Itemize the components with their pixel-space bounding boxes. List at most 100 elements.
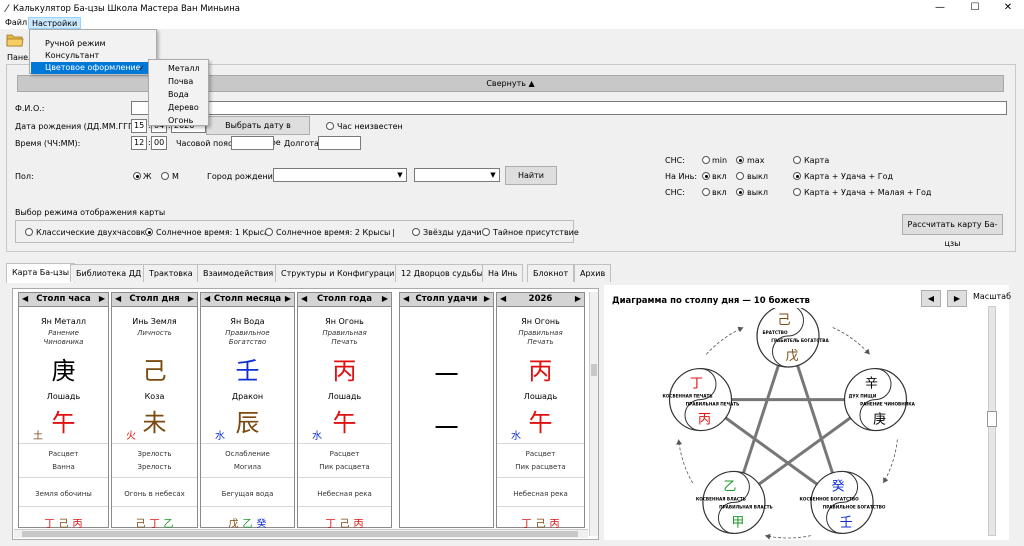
calculate-button[interactable]: Рассчитать карту Ба-цзы <box>902 214 1003 248</box>
pillar-header: ◀ Столп месяца ▶ <box>201 293 294 307</box>
stars-radio[interactable] <box>412 228 420 236</box>
window-title: Калькулятор Ба-цзы Школа Мастера Ван Мин… <box>13 4 240 14</box>
arrow-right-icon[interactable]: ▶ <box>575 294 581 303</box>
scale-slider-thumb[interactable] <box>987 411 997 427</box>
tab-interpretation[interactable]: Трактовка <box>143 264 199 282</box>
city-variant-combobox[interactable]: ▼ <box>414 168 500 182</box>
theme-metal[interactable]: ✓ Металл <box>138 62 208 75</box>
menu-file[interactable]: Файл <box>2 17 30 29</box>
calendar-button[interactable]: Выбрать дату в календаре <box>206 116 310 147</box>
chs2-off-radio[interactable] <box>736 188 744 196</box>
chs1-max-label: max <box>747 156 765 165</box>
tab-library[interactable]: Библиотека ДД <box>70 264 148 282</box>
minimize-button[interactable]: — <box>934 2 946 14</box>
map-luck-year-label: Карта + Удача + Год <box>804 172 894 181</box>
divider <box>112 443 197 444</box>
animal-name: Лошадь <box>46 392 81 401</box>
close-button[interactable]: ✕ <box>1002 2 1014 14</box>
hidden-presence-radio[interactable] <box>482 228 490 236</box>
tab-archive[interactable]: Архив <box>574 264 612 282</box>
map-full-radio[interactable] <box>793 188 801 196</box>
pillar-title: Столп дня <box>129 294 180 304</box>
stars-label: Звёзды удачи <box>423 228 482 237</box>
longitude-input[interactable] <box>318 136 361 150</box>
arrow-right-icon[interactable]: ▶ <box>99 294 105 303</box>
theme-fire[interactable]: Огонь <box>150 114 208 127</box>
tab-notebook[interactable]: Блокнот <box>527 264 575 282</box>
divider <box>19 506 108 507</box>
phase: Ослабление <box>225 450 270 458</box>
chs2-label: СНС: <box>665 188 685 197</box>
display-mode-group: Классические двухчасовки Солнечное время… <box>15 220 579 243</box>
node-bottom-label: ГРАБИТЕЛЬ БОГАТСТВА <box>771 338 829 343</box>
menu-item-manual-mode[interactable]: Ручной режим <box>31 38 156 50</box>
arrow-right-icon[interactable]: ▶ <box>285 294 291 303</box>
tab-interactions[interactable]: Взаимодействия <box>197 264 280 282</box>
nayin-on-radio[interactable] <box>702 172 710 180</box>
timezone-input[interactable] <box>231 136 274 150</box>
hidden-presence-label: Тайное присутствие <box>493 228 579 237</box>
menu-settings[interactable]: Настройки <box>28 17 82 29</box>
map-luck-year-radio[interactable] <box>793 172 801 180</box>
animal-name: Лошадь <box>327 392 362 401</box>
pillar-header: ◀ Столп часа ▶ <box>19 293 108 307</box>
tab-nayin[interactable]: На Инь <box>482 264 524 282</box>
theme-water[interactable]: Вода <box>150 88 208 101</box>
stem-name: Ян Огонь <box>325 317 364 326</box>
element-glyph: 火 <box>126 431 136 442</box>
node-top-label: КОСВЕННАЯ ПЕЧАТЬ <box>662 394 712 399</box>
phase: Расцвет <box>48 450 79 458</box>
find-button[interactable]: Найти <box>505 166 557 185</box>
nayin: Огонь в небесах <box>124 490 185 498</box>
arrow-right-icon[interactable]: ▶ <box>188 294 194 303</box>
pillars-horizontal-scrollbar[interactable] <box>14 529 588 538</box>
tab-bazi-chart[interactable]: Карта Ба-цзы <box>6 263 76 283</box>
theme-label: Металл <box>168 64 200 73</box>
diagram-prev-button[interactable]: ◀ <box>921 290 941 307</box>
maximize-button[interactable]: ☐ <box>969 2 981 14</box>
mode-solar2-radio[interactable] <box>265 228 273 236</box>
scroll-thumb[interactable] <box>591 364 597 376</box>
menu-item-consultant[interactable]: Консультант <box>31 50 156 62</box>
mode-solar1-radio[interactable] <box>145 228 153 236</box>
pillars-vertical-scrollbar[interactable] <box>589 292 598 536</box>
stem-name: Инь Земля <box>132 317 177 326</box>
diagram-next-button[interactable]: ▶ <box>947 290 967 307</box>
gender-male-radio[interactable] <box>161 172 169 180</box>
hour-input[interactable]: 12 <box>131 136 147 150</box>
chs1-min-radio[interactable] <box>702 156 710 164</box>
pillar-title: Столп месяца <box>213 294 282 304</box>
tab-12-palaces[interactable]: 12 Дворцов судьбы <box>395 264 489 282</box>
unknown-hour-radio[interactable] <box>326 122 334 130</box>
day-input[interactable]: 15 <box>131 119 147 133</box>
element-glyph: 土 <box>33 431 43 442</box>
map-full-label: Карта + Удача + Малая + Год <box>804 188 932 197</box>
animal-name: Коза <box>144 392 165 401</box>
pillar-column: ◀ Столп дня ▶ Инь Земля Личность 己 Коза 未火 Зр… <box>111 292 198 530</box>
title-bar: Калькулятор Ба-цзы Школа Мастера Ван Мин… <box>0 0 1024 17</box>
arrow-right-icon[interactable]: ▶ <box>484 294 490 303</box>
chs1-max-radio[interactable] <box>736 156 744 164</box>
city-combobox[interactable]: ▼ <box>273 168 407 182</box>
ten-god: Правильная Печать <box>322 329 367 346</box>
theme-wood[interactable]: Дерево <box>150 101 208 114</box>
city-label: Город рождения: <box>207 172 281 181</box>
pillar-column: ◀ Столп удачи ▶ 一一 <box>399 292 494 528</box>
animal-name: Дракон <box>231 392 264 401</box>
pillar-header: ◀ 2026 ▶ <box>497 293 584 307</box>
fio-input[interactable] <box>131 101 1007 115</box>
nayin-off-radio[interactable] <box>736 172 744 180</box>
divider <box>201 506 294 507</box>
chs2-on-label: вкл <box>712 188 727 197</box>
map-only-radio[interactable] <box>793 156 801 164</box>
pillar-column: ◀ Столп месяца ▶ Ян Вода Правильное Богат… <box>200 292 295 530</box>
chs2-on-radio[interactable] <box>702 188 710 196</box>
arrow-right-icon[interactable]: ▶ <box>382 294 388 303</box>
mode-classic-radio[interactable] <box>25 228 33 236</box>
scroll-thumb[interactable] <box>22 531 578 537</box>
minute-input[interactable]: 00 <box>151 136 167 150</box>
open-folder-icon[interactable] <box>6 33 24 47</box>
theme-soil[interactable]: Почва <box>150 75 208 88</box>
gender-female-radio[interactable] <box>133 172 141 180</box>
tab-structures[interactable]: Структуры и Конфигурации <box>275 264 406 282</box>
